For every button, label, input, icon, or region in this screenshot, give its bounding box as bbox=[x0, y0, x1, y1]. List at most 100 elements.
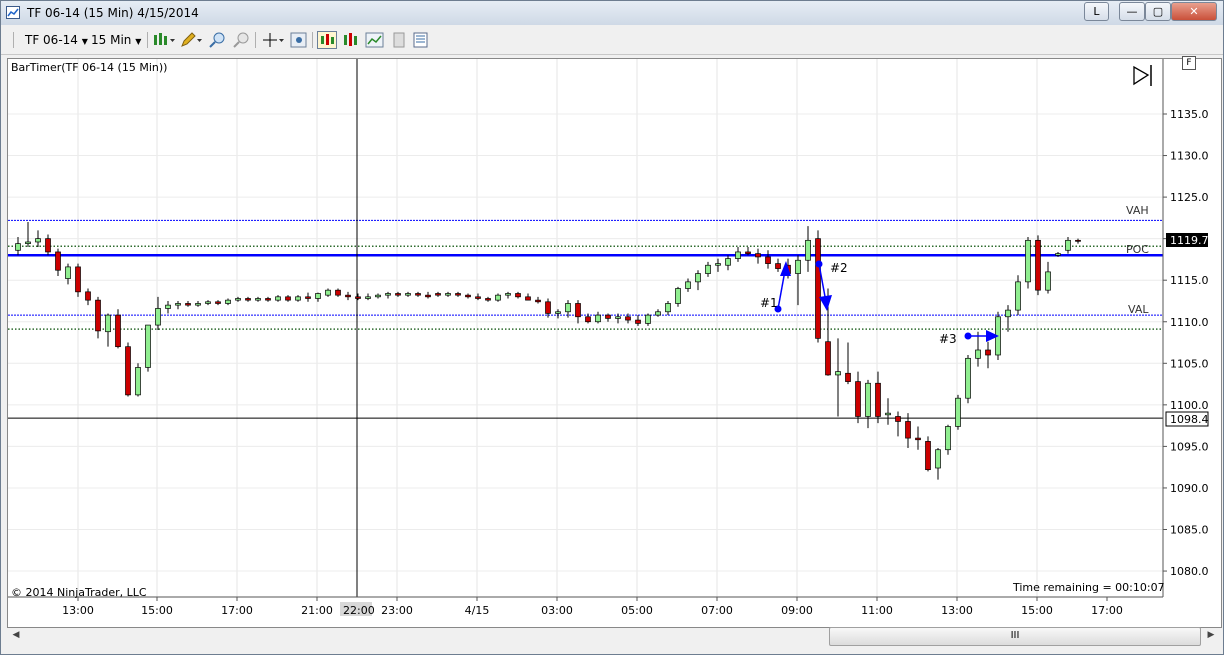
price-tick-label: 1125.0 bbox=[1170, 191, 1209, 204]
toolbar-separator bbox=[312, 32, 313, 48]
instrument-selector[interactable]: TF 06-14 ▼ bbox=[25, 31, 88, 49]
time-tick-label: 09:00 bbox=[781, 604, 813, 617]
close-button[interactable]: ✕ bbox=[1171, 2, 1217, 21]
candle-body bbox=[895, 416, 901, 422]
strategies-icon[interactable] bbox=[341, 31, 361, 49]
candle-body bbox=[325, 289, 331, 296]
candle-body bbox=[435, 293, 441, 296]
candle-body bbox=[45, 238, 51, 253]
candle-body bbox=[1025, 239, 1031, 283]
chart-window: TF 06-14 (15 Min) 4/15/2014 L — ▢ ✕ TF 0… bbox=[0, 0, 1224, 655]
candle-body bbox=[635, 319, 641, 324]
candle-body bbox=[85, 291, 91, 301]
minimize-button[interactable]: — bbox=[1119, 2, 1145, 21]
candle-body bbox=[135, 367, 141, 396]
crosshair-price-label: 1098.4 bbox=[1170, 413, 1209, 426]
candle-body bbox=[105, 314, 111, 333]
time-tick-label: 23:00 bbox=[381, 604, 413, 617]
candle-body bbox=[465, 294, 471, 298]
candle-body bbox=[165, 304, 171, 309]
price-tick-label: 1100.0 bbox=[1170, 399, 1209, 412]
zoom-in-icon[interactable] bbox=[207, 31, 227, 49]
horizontal-scrollbar-thumb[interactable]: III bbox=[829, 627, 1201, 646]
candle-body bbox=[455, 293, 461, 296]
candle-body bbox=[445, 293, 451, 296]
link-button[interactable]: L bbox=[1084, 2, 1109, 21]
candle-body bbox=[775, 263, 781, 269]
candle-body bbox=[965, 357, 971, 399]
arrow-anchor-2 bbox=[815, 260, 823, 268]
interval-selector[interactable]: 15 Min ▼ bbox=[91, 31, 141, 49]
candle-body bbox=[95, 299, 101, 332]
toolbar-separator bbox=[255, 32, 256, 48]
time-tick-label: 07:00 bbox=[701, 604, 733, 617]
candle-body bbox=[265, 298, 271, 301]
price-tick-label: 1130.0 bbox=[1170, 150, 1209, 163]
time-tick-label: 13:00 bbox=[941, 604, 973, 617]
candle-body bbox=[705, 264, 711, 274]
candle-body bbox=[125, 346, 131, 396]
candle-body bbox=[885, 412, 891, 416]
candle-body bbox=[675, 288, 681, 304]
level-label-val: VAL bbox=[1128, 303, 1149, 316]
candle-body bbox=[805, 239, 811, 261]
candle-body bbox=[935, 449, 941, 469]
annotation-3: #3 bbox=[939, 332, 957, 346]
candle-body bbox=[1075, 239, 1081, 242]
candle-body bbox=[395, 293, 401, 296]
candle-body bbox=[385, 293, 391, 296]
time-tick-label: 05:00 bbox=[621, 604, 653, 617]
properties-icon[interactable] bbox=[389, 31, 409, 49]
time-tick-label: 21:00 bbox=[301, 604, 333, 617]
crosshair-icon[interactable] bbox=[261, 31, 285, 49]
scroll-right-arrow[interactable]: ▶ bbox=[1204, 627, 1218, 644]
candle-body bbox=[425, 294, 431, 298]
candle-body bbox=[35, 238, 41, 243]
pencil-icon[interactable] bbox=[179, 31, 203, 49]
candle-body bbox=[815, 238, 821, 339]
candle-body bbox=[575, 303, 581, 318]
candle-body bbox=[145, 324, 151, 368]
time-tick-label: 11:00 bbox=[861, 604, 893, 617]
candle-body bbox=[225, 299, 231, 304]
candle-body bbox=[755, 253, 761, 258]
candle-body bbox=[1015, 281, 1021, 311]
candle-body bbox=[475, 296, 481, 299]
scroll-left-arrow[interactable]: ◀ bbox=[9, 627, 23, 644]
candle-body bbox=[355, 296, 361, 299]
zoom-out-icon[interactable] bbox=[231, 31, 251, 49]
instrument-label: TF 06-14 bbox=[25, 33, 78, 47]
axes: 13:00 15:00 17:00 21:00 23:00 4/15 03:00 05:00 0… bbox=[8, 59, 1209, 617]
data-box-icon[interactable] bbox=[289, 31, 309, 49]
arrow-anchor-3 bbox=[964, 332, 972, 340]
line-chart-icon[interactable] bbox=[365, 31, 385, 49]
play-icon[interactable] bbox=[1133, 65, 1150, 86]
candle-body bbox=[55, 251, 61, 271]
candle-body bbox=[315, 293, 321, 299]
candle-body bbox=[215, 301, 221, 304]
title-bar[interactable]: TF 06-14 (15 Min) 4/15/2014 L — ▢ ✕ bbox=[1, 1, 1223, 25]
indicators-icon[interactable] bbox=[317, 31, 337, 49]
candle-body bbox=[915, 437, 921, 441]
candle-body bbox=[985, 349, 991, 356]
chart-style-icon[interactable] bbox=[152, 31, 176, 49]
candle-body bbox=[1005, 309, 1011, 318]
candle-body bbox=[905, 421, 911, 439]
candle-body bbox=[645, 314, 651, 324]
price-tags: 1119.7 1098.4 22:00 bbox=[340, 233, 1209, 617]
candle-body bbox=[185, 303, 191, 306]
price-chart[interactable]: #1 #2 #3 VAH POC VAL 13:00 15:00 17:00 21:0… bbox=[8, 59, 1221, 627]
interval-label: 15 Min bbox=[91, 33, 132, 47]
candle-body bbox=[875, 382, 881, 417]
candle-body bbox=[695, 273, 701, 283]
candle-body bbox=[1055, 253, 1061, 256]
templates-icon[interactable] bbox=[411, 31, 431, 49]
candle-body bbox=[565, 303, 571, 313]
candle-body bbox=[725, 258, 731, 266]
candle-body bbox=[305, 296, 311, 299]
profile-levels bbox=[8, 59, 1163, 597]
time-tick-label: 4/15 bbox=[465, 604, 490, 617]
maximize-button[interactable]: ▢ bbox=[1145, 2, 1171, 21]
f-button[interactable]: F bbox=[1182, 56, 1196, 70]
chart-panel[interactable]: #1 #2 #3 VAH POC VAL 13:00 15:00 17:00 21:0… bbox=[7, 56, 1222, 628]
